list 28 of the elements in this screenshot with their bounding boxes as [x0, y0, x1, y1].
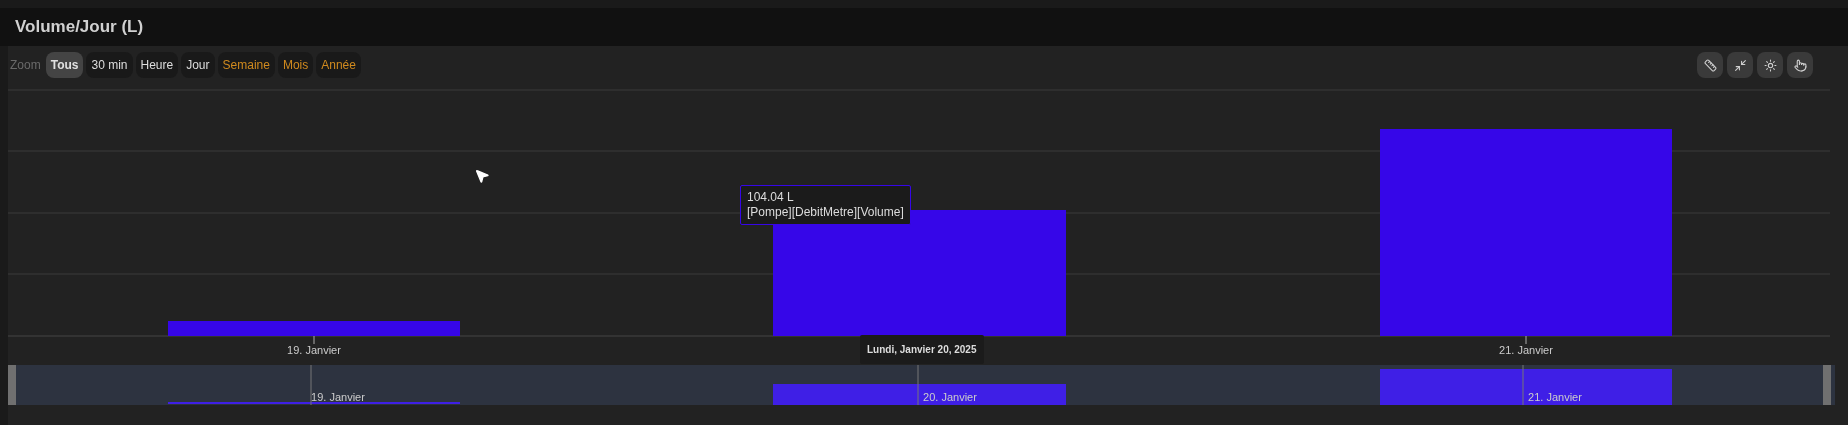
tooltip-series: [Pompe][DebitMetre][Volume] — [747, 205, 904, 220]
toolbar-button[interactable] — [1757, 52, 1783, 78]
toolbar-button[interactable] — [1727, 52, 1753, 78]
sun-icon — [1763, 58, 1777, 72]
toolbar-button[interactable] — [1697, 52, 1723, 78]
zoom-button[interactable]: Année — [316, 52, 361, 78]
toolbar-button[interactable] — [1787, 52, 1813, 78]
zoom-button[interactable]: 30 min — [86, 52, 133, 78]
navigator-handle[interactable] — [8, 365, 16, 405]
zoom-button[interactable]: Heure — [135, 52, 179, 78]
mouse-cursor-icon — [474, 168, 490, 184]
zoom-button[interactable]: Tous — [45, 52, 84, 78]
zoom-label: Zoom — [10, 57, 41, 74]
navigator-label: 19. Janvier — [311, 391, 365, 403]
navigator-handle[interactable] — [1823, 365, 1831, 405]
hand-pointer-icon — [1793, 58, 1807, 72]
axis-label: 19. Janvier — [287, 344, 341, 356]
navigator-label: 20. Janvier — [923, 391, 977, 403]
zoom-button[interactable]: Semaine — [217, 52, 275, 78]
navigator-label: 21. Janvier — [1528, 391, 1582, 403]
tooltip-value: 104.04 L — [747, 190, 795, 205]
ruler-icon — [1703, 58, 1717, 72]
axis-label: 21. Janvier — [1499, 344, 1553, 356]
zoom-button[interactable]: Mois — [277, 52, 314, 78]
crosshair-label: Lundi, Janvier 20, 2025 — [860, 335, 984, 364]
panel-title: Volume/Jour (L) — [15, 16, 144, 39]
zoom-button[interactable]: Jour — [181, 52, 215, 78]
collapse-arrows-icon — [1733, 58, 1747, 72]
